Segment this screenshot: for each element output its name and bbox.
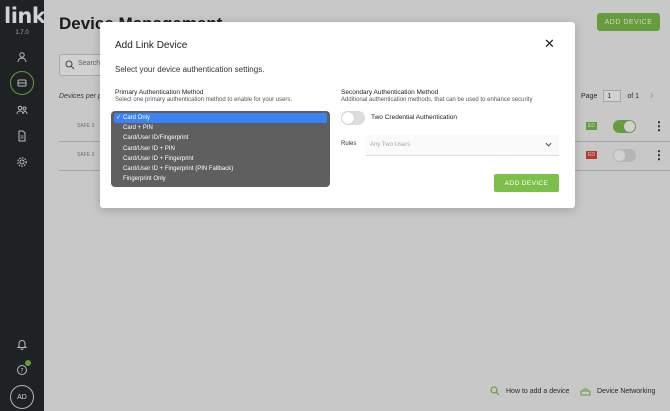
dropdown-option-fingerprint-only[interactable]: Fingerprint Only (114, 174, 327, 184)
dropdown-option-card-userid-fingerprint[interactable]: Card/User ID/Fingerprint (114, 133, 327, 143)
dropdown-option-card-userid-plus-fingerprint[interactable]: Card/User ID + Fingerprint (114, 154, 327, 164)
modal-title: Add Link Device (115, 40, 188, 51)
dropdown-option-card-pin[interactable]: Card + PIN (114, 123, 327, 133)
two-credential-toggle[interactable] (341, 111, 365, 125)
primary-auth-dropdown[interactable]: ✓ Card Only Card + PIN Card/User ID/Finge… (111, 111, 330, 187)
primary-auth-label: Primary Authentication Method (115, 89, 204, 96)
dropdown-option-card-userid-pin[interactable]: Card/User ID + PIN (114, 144, 327, 154)
two-credential-label: Two Credential Authentication (371, 114, 457, 121)
dropdown-option-card-only[interactable]: ✓ Card Only (114, 113, 327, 124)
rules-label: Rules (341, 141, 357, 147)
modal-subtitle: Select your device authentication settin… (115, 65, 265, 74)
dropdown-option-fingerprint-pin-fallback[interactable]: Card/User ID + Fingerprint (PIN Fallback… (114, 164, 327, 174)
checkmark-icon: ✓ (116, 115, 122, 121)
secondary-auth-sublabel: Additional authentication methods, that … (341, 97, 533, 103)
secondary-auth-label: Secondary Authentication Method (341, 89, 439, 96)
chevron-down-icon (545, 142, 552, 147)
close-icon[interactable]: ✕ (544, 37, 555, 50)
rules-value: Any Two Users (370, 142, 411, 148)
add-device-button[interactable]: ADD DEVICE (494, 174, 559, 192)
rules-select[interactable]: Any Two Users (366, 135, 559, 156)
primary-auth-sublabel: Select one primary authentication method… (115, 97, 293, 103)
